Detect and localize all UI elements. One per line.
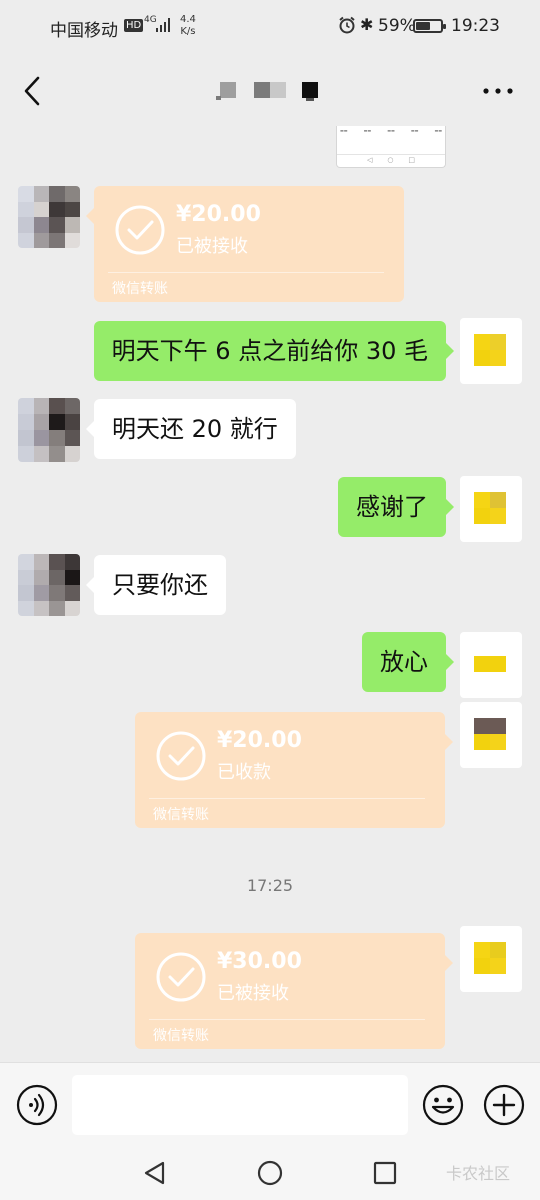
thumbnail-nav: ◁ ○ □ [367, 156, 415, 164]
status-bar: 中国移动 HD 4G 4.4 K/s ✱ 59% 19:23 [0, 0, 540, 54]
signal-icon [156, 18, 170, 32]
bluetooth-icon: ✱ [360, 15, 374, 34]
avatar-image [474, 942, 506, 974]
nav-back-icon[interactable] [142, 1160, 168, 1186]
check-circle-icon [115, 205, 165, 255]
transfer-status: 已被接收 [176, 236, 248, 257]
transfer-card[interactable]: ¥30.00 已被接收 微信转账 [135, 933, 453, 1049]
check-circle-icon [156, 952, 206, 1002]
more-dots-icon[interactable] [480, 76, 516, 106]
check-circle-icon [156, 731, 206, 781]
incoming-message[interactable]: 明天还 20 就行 [86, 399, 296, 459]
transfer-amount: ¥20.00 [217, 728, 302, 753]
hd-badge: HD [124, 19, 144, 32]
carrier-name: 中国移动 [50, 21, 118, 41]
alarm-icon [339, 16, 355, 34]
transfer-label: 微信转账 [153, 807, 209, 823]
contact-name-redacted [216, 82, 318, 101]
transfer-card[interactable]: ¥20.00 已收款 微信转账 [135, 712, 453, 828]
my-avatar[interactable] [460, 632, 522, 698]
nav-home-icon[interactable] [257, 1160, 283, 1186]
speed-value: 4.4 [180, 14, 196, 25]
message-timestamp: 17:25 [246, 876, 294, 895]
transfer-amount: ¥20.00 [176, 202, 261, 227]
message-input[interactable] [72, 1075, 408, 1135]
my-avatar[interactable] [460, 702, 522, 768]
transfer-status: 已被接收 [217, 983, 289, 1004]
network-type: 4G [144, 15, 157, 25]
transfer-label: 微信转账 [153, 1028, 209, 1044]
outgoing-message[interactable]: 放心 [362, 632, 454, 692]
incoming-message[interactable]: 只要你还 [86, 555, 226, 615]
contact-avatar[interactable] [18, 398, 80, 462]
contact-avatar[interactable] [18, 554, 80, 616]
plus-icon[interactable] [483, 1084, 525, 1126]
input-bar [0, 1062, 540, 1146]
my-avatar[interactable] [460, 476, 522, 542]
outgoing-message[interactable]: 明天下午 6 点之前给你 30 毛 [93, 321, 455, 381]
my-avatar[interactable] [460, 926, 522, 992]
nav-recents-icon[interactable] [372, 1160, 398, 1186]
transfer-amount: ¥30.00 [217, 949, 302, 974]
clock: 19:23 [451, 16, 500, 36]
shared-screenshot-thumbnail[interactable]: ▬▬ ▬▬ ▬▬ ▬▬ ▬▬ ◁ ○ □ [336, 126, 446, 168]
battery-fill [416, 22, 431, 30]
outgoing-message[interactable]: 感谢了 [338, 477, 454, 537]
battery-icon [413, 19, 446, 33]
avatar-image [474, 334, 506, 366]
emoji-icon[interactable] [422, 1084, 464, 1126]
battery-percent: 59% [378, 16, 416, 36]
chat-header [0, 54, 540, 126]
speed-unit: K/s [180, 26, 196, 37]
transfer-status: 已收款 [217, 762, 271, 783]
transfer-card[interactable]: ¥20.00 已被接收 微信转账 [86, 186, 404, 302]
chevron-left-icon[interactable] [18, 74, 46, 108]
avatar-image [474, 656, 506, 672]
chat-area[interactable]: ▬▬ ▬▬ ▬▬ ▬▬ ▬▬ ◁ ○ □ ¥20.00 已被接收 微信转账 明天下午 6 点… [0, 126, 540, 1062]
network-speed: 4.4 K/s [180, 14, 196, 38]
my-avatar[interactable] [460, 318, 522, 384]
avatar-image [474, 492, 506, 524]
thumbnail-tabs: ▬▬ ▬▬ ▬▬ ▬▬ ▬▬ [340, 128, 442, 133]
transfer-label: 微信转账 [112, 281, 168, 297]
voice-icon[interactable] [16, 1084, 58, 1126]
watermark: 卡农社区 [446, 1164, 511, 1183]
avatar-image [474, 718, 506, 750]
contact-avatar[interactable] [18, 186, 80, 248]
